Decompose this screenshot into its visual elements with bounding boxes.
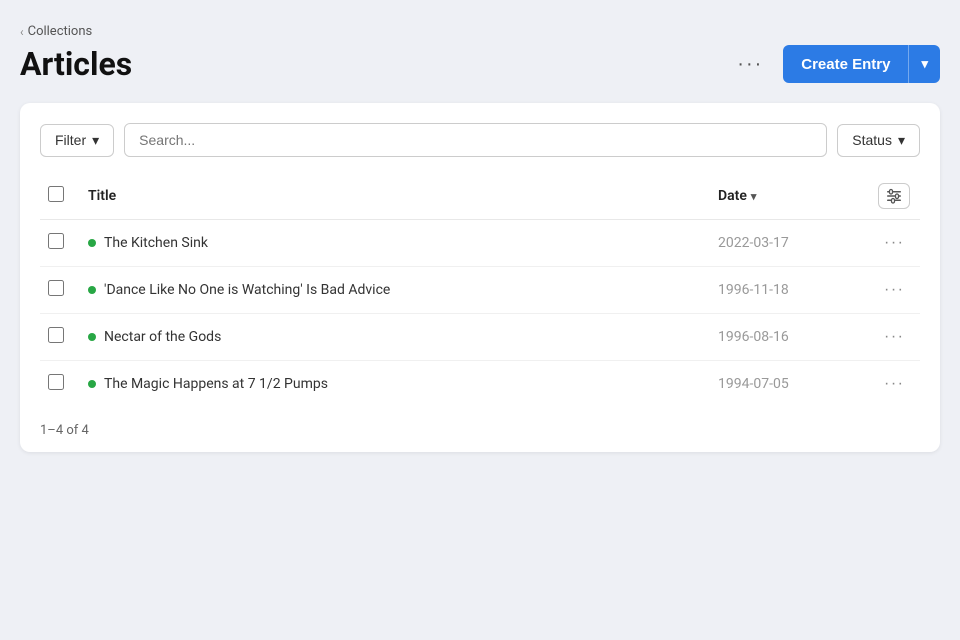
row-more-button[interactable]: ··· — [878, 232, 910, 254]
page-header: Articles ··· Create Entry ▾ — [20, 45, 940, 83]
status-dot-icon — [88, 380, 96, 388]
pagination: 1–4 of 4 — [40, 407, 920, 452]
status-chevron-icon: ▾ — [898, 132, 905, 149]
row-date-cell: 1994-07-05 — [710, 361, 870, 408]
page-title: Articles — [20, 45, 132, 83]
row-checkbox-cell — [40, 361, 80, 408]
row-title-cell: Nectar of the Gods — [80, 314, 710, 361]
row-checkbox-cell — [40, 220, 80, 267]
date-column-label: Date — [718, 188, 747, 204]
row-actions-cell: ··· — [870, 314, 920, 361]
status-filter-button[interactable]: Status ▾ — [837, 124, 920, 157]
row-checkbox[interactable] — [48, 280, 64, 296]
column-settings-icon — [886, 188, 902, 204]
status-label: Status — [852, 132, 892, 148]
breadcrumb: ‹ Collections — [20, 24, 940, 39]
status-dot-icon — [88, 333, 96, 341]
header-actions: ··· Create Entry ▾ — [729, 45, 940, 83]
row-title: The Magic Happens at 7 1/2 Pumps — [104, 376, 328, 392]
create-entry-button[interactable]: Create Entry ▾ — [783, 45, 940, 83]
row-checkbox-cell — [40, 314, 80, 361]
breadcrumb-chevron-icon: ‹ — [20, 25, 24, 39]
table-row: The Magic Happens at 7 1/2 Pumps 1994-07… — [40, 361, 920, 408]
filter-label: Filter — [55, 132, 86, 148]
status-dot-icon — [88, 239, 96, 247]
row-more-button[interactable]: ··· — [878, 326, 910, 348]
actions-column-header — [870, 173, 920, 220]
row-checkbox[interactable] — [48, 374, 64, 390]
row-checkbox-cell — [40, 267, 80, 314]
row-actions-cell: ··· — [870, 267, 920, 314]
row-date-cell: 1996-11-18 — [710, 267, 870, 314]
row-more-button[interactable]: ··· — [878, 373, 910, 395]
content-card: Filter ▾ Status ▾ Title Date — [20, 103, 940, 452]
more-options-button[interactable]: ··· — [729, 49, 771, 80]
filter-chevron-icon: ▾ — [92, 132, 99, 149]
date-column-header[interactable]: Date ▾ — [710, 173, 870, 220]
row-date-cell: 2022-03-17 — [710, 220, 870, 267]
select-all-checkbox[interactable] — [48, 186, 64, 202]
row-checkbox[interactable] — [48, 233, 64, 249]
toolbar: Filter ▾ Status ▾ — [40, 123, 920, 157]
table-row: The Kitchen Sink 2022-03-17 ··· — [40, 220, 920, 267]
breadcrumb-collections-link[interactable]: Collections — [28, 24, 93, 39]
title-column-header: Title — [80, 173, 710, 220]
row-title: The Kitchen Sink — [104, 235, 208, 251]
row-actions-cell: ··· — [870, 361, 920, 408]
column-settings-button[interactable] — [878, 183, 910, 209]
table-row: Nectar of the Gods 1996-08-16 ··· — [40, 314, 920, 361]
row-title-cell: The Magic Happens at 7 1/2 Pumps — [80, 361, 710, 408]
row-date-cell: 1996-08-16 — [710, 314, 870, 361]
row-checkbox[interactable] — [48, 327, 64, 343]
row-title: Nectar of the Gods — [104, 329, 221, 345]
table-header-row: Title Date ▾ — [40, 173, 920, 220]
filter-button[interactable]: Filter ▾ — [40, 124, 114, 157]
create-entry-label: Create Entry — [783, 46, 908, 83]
articles-table: Title Date ▾ — [40, 173, 920, 407]
row-title-cell: The Kitchen Sink — [80, 220, 710, 267]
search-input[interactable] — [124, 123, 827, 157]
row-actions-cell: ··· — [870, 220, 920, 267]
table-row: 'Dance Like No One is Watching' Is Bad A… — [40, 267, 920, 314]
row-title: 'Dance Like No One is Watching' Is Bad A… — [104, 282, 390, 298]
date-sort-icon: ▾ — [751, 190, 757, 203]
row-more-button[interactable]: ··· — [878, 279, 910, 301]
select-all-cell — [40, 173, 80, 220]
status-dot-icon — [88, 286, 96, 294]
create-entry-arrow-icon: ▾ — [909, 46, 940, 82]
row-title-cell: 'Dance Like No One is Watching' Is Bad A… — [80, 267, 710, 314]
